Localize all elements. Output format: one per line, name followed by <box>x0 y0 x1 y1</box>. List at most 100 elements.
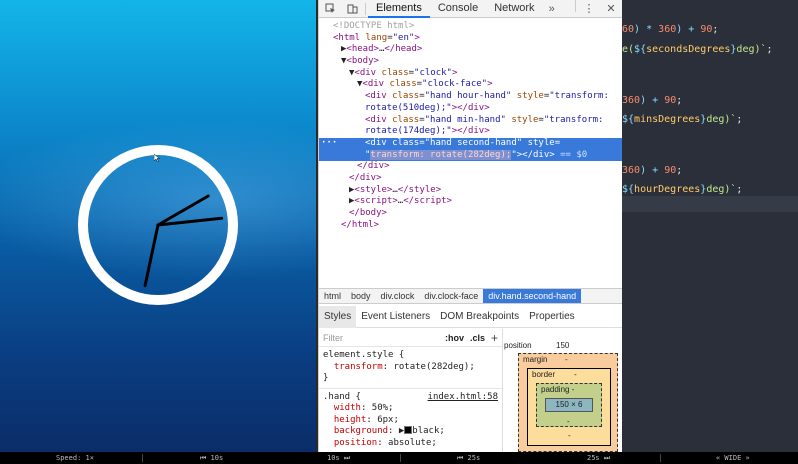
node-actions-dots-icon[interactable]: ··· <box>321 138 337 150</box>
rule-property-row[interactable]: transform: rotate(282deg); <box>323 362 498 374</box>
dom-node-line[interactable]: <div class="hand hour-hand" style="trans… <box>319 91 622 103</box>
code-line[interactable]: ${hourDegrees}deg)`; <box>622 184 742 195</box>
css-property-value[interactable]: rotate(282deg); <box>393 362 474 372</box>
css-property-value[interactable]: absolute; <box>388 438 437 448</box>
css-property-value[interactable]: black; <box>412 426 445 436</box>
rule-close-brace: } <box>323 373 329 383</box>
dom-node-line[interactable]: "transform: rotate(282deg);"></div> == $… <box>319 149 622 162</box>
box-model-margin[interactable]: margin - border - padding - 150 × 6 - - <box>518 353 618 452</box>
box-model-pane: position 150 margin - border - padding -… <box>504 329 622 452</box>
border-bottom-value[interactable]: - <box>568 431 571 440</box>
position-label: position <box>504 341 532 350</box>
rule-property-row[interactable]: background: ▶ black; <box>323 426 498 438</box>
dom-node-line[interactable]: </div> <box>319 173 622 185</box>
dom-node-line[interactable]: rotate(510deg);"></div> <box>319 103 622 115</box>
breadcrumb-item[interactable]: body <box>346 289 376 303</box>
sidebar-tab[interactable]: Styles <box>319 305 357 328</box>
code-line[interactable]: 60) * 360) + 90; <box>622 24 718 35</box>
inspect-element-icon[interactable] <box>319 0 341 18</box>
breadcrumb-item[interactable]: div.clock <box>376 289 420 303</box>
padding-label: padding - <box>541 385 575 394</box>
border-label: border <box>532 370 556 379</box>
filter-input[interactable]: Filter <box>323 333 445 343</box>
breadcrumb-item[interactable]: div.clock-face <box>419 289 483 303</box>
clock-face <box>78 145 238 305</box>
new-rule-button[interactable]: + <box>491 331 498 345</box>
tab-network[interactable]: Network <box>486 0 542 18</box>
mouse-cursor-icon <box>154 154 160 162</box>
code-line[interactable]: ${minsDegrees}deg)`; <box>622 114 742 125</box>
source-link[interactable]: index.html:58 <box>428 392 498 404</box>
video-player-bar: Speed: 1× ⏮ 10s 10s ⏭ ⏮ 25s 25s ⏭ « WIDE… <box>0 452 798 464</box>
dom-node-line[interactable]: ▶<script>…</script> <box>319 196 622 208</box>
dom-node-line[interactable]: ▶<style>…</style> <box>319 185 622 197</box>
css-property-name[interactable]: position <box>334 438 377 448</box>
clock-hands <box>143 194 224 288</box>
dom-node-line[interactable]: <div class="hand min-hand" style="transf… <box>319 115 622 127</box>
css-property-name[interactable]: transform <box>334 362 383 372</box>
css-property-name[interactable]: background <box>334 426 388 436</box>
element-style-rule: element.style { transform: rotate(282deg… <box>319 347 502 389</box>
close-icon[interactable]: ✕ <box>600 0 622 18</box>
dom-node-line[interactable]: </body> <box>319 208 622 220</box>
dom-node-line[interactable]: ▶<head>…</head> <box>319 44 622 56</box>
toolbar-right: ⋮ ✕ <box>573 0 622 18</box>
breadcrumb-item[interactable]: div.hand.second-hand <box>483 289 582 303</box>
styles-pane: Filter :hov .cls + element.style { trans… <box>319 329 503 452</box>
dom-node-line[interactable]: rotate(174deg);"></div> <box>319 126 622 138</box>
device-toolbar-icon[interactable] <box>341 0 363 18</box>
rule-property-row[interactable]: height: 6px; <box>323 415 498 427</box>
tab-console[interactable]: Console <box>430 0 486 18</box>
hov-toggle-button[interactable]: :hov <box>445 333 464 343</box>
rewind-10s-button[interactable]: ⏮ 10s <box>200 452 223 464</box>
tab-elements[interactable]: Elements <box>368 0 430 18</box>
cls-toggle-button[interactable]: .cls <box>470 333 485 343</box>
more-tabs-chevron-icon[interactable]: » <box>543 3 561 15</box>
code-line[interactable]: 360) + 90; <box>622 95 682 106</box>
dom-node-line[interactable]: ▼<div class="clock-face"> <box>319 79 622 91</box>
box-model-border[interactable]: border - padding - 150 × 6 - - <box>527 368 611 446</box>
styles-filter-bar: Filter :hov .cls + <box>319 329 502 347</box>
player-separator <box>660 454 661 462</box>
code-line[interactable]: 360) + 90; <box>622 165 682 176</box>
rewind-25s-button[interactable]: ⏮ 25s <box>457 452 480 464</box>
dom-node-line[interactable]: <div class="hand second-hand" style= ··· <box>319 137 622 150</box>
dom-node-line[interactable]: </html> <box>319 220 622 232</box>
player-separator <box>400 454 401 462</box>
forward-25s-button[interactable]: 25s ⏭ <box>587 452 610 464</box>
sidebar-tab[interactable]: Properties <box>524 306 580 328</box>
breadcrumb: html body div.clock div.clock-face div.hand.… <box>319 288 622 304</box>
sidebar-tab[interactable]: Event Listeners <box>356 306 435 328</box>
dom-tree[interactable]: <!DOCTYPE html> <html lang="en"> ▶<head>…<… <box>319 19 622 287</box>
css-property-value[interactable]: 50%; <box>372 403 394 413</box>
css-property-value[interactable]: 6px; <box>377 415 399 425</box>
margin-top-value[interactable]: - <box>565 355 568 364</box>
padding-bottom-value[interactable]: - <box>567 417 570 426</box>
forward-10s-button[interactable]: 10s ⏭ <box>327 452 350 464</box>
box-model-padding[interactable]: padding - 150 × 6 - <box>536 383 602 427</box>
dom-node-line[interactable]: <!DOCTYPE html> <box>319 21 622 33</box>
kebab-menu-icon[interactable]: ⋮ <box>578 0 600 18</box>
hand-rule: .hand { index.html:58 width: 50%; height:… <box>319 389 502 453</box>
wide-toggle-button[interactable]: « WIDE » <box>716 452 750 464</box>
toolbar-separator <box>575 0 576 12</box>
dom-node-line[interactable]: ▼<div class="clock"> <box>319 68 622 80</box>
rule-property-row[interactable]: position: absolute; <box>323 438 498 450</box>
code-line[interactable]: e(${secondsDegrees}deg)`; <box>622 44 773 55</box>
dom-node-line[interactable]: <html lang="en"> <box>319 33 622 45</box>
sidebar-tab[interactable]: DOM Breakpoints <box>435 306 524 328</box>
css-property-name[interactable]: height <box>334 415 367 425</box>
dom-node-line[interactable]: ▼<body> <box>319 56 622 68</box>
breadcrumb-item[interactable]: html <box>319 289 346 303</box>
border-top-value[interactable]: - <box>574 370 577 379</box>
box-model-content[interactable]: 150 × 6 <box>545 398 593 412</box>
rule-selector: .hand { <box>323 391 361 402</box>
player-separator <box>142 454 143 462</box>
speed-control[interactable]: Speed: 1× <box>56 452 94 464</box>
css-property-name[interactable]: width <box>334 403 361 413</box>
code-editor[interactable]: 60) * 360) + 90; e(${secondsDegrees}deg)`… <box>622 0 798 452</box>
dom-node-line[interactable]: </div> <box>319 161 622 173</box>
sidebar-tabs: Styles Event Listeners DOM Breakpoints Prop… <box>319 305 622 328</box>
rule-property-row[interactable]: width: 50%; <box>323 403 498 415</box>
position-value: 150 <box>556 341 570 350</box>
